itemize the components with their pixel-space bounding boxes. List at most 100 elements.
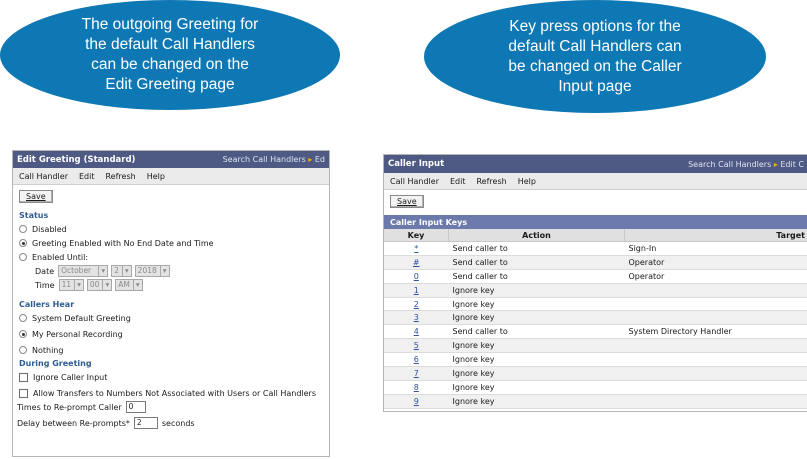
callout-line: the default Call Handlers: [85, 36, 255, 53]
callout-line: Input page: [558, 77, 632, 95]
column-header-target: Target: [624, 229, 807, 242]
delay-label: Delay between Re-prompts*: [17, 418, 130, 428]
callout-line: Key press options for the: [509, 17, 681, 35]
checkbox-icon[interactable]: [19, 372, 28, 382]
breadcrumb-tail[interactable]: Edit C: [780, 160, 804, 169]
key-link[interactable]: 9: [384, 394, 449, 409]
during-greeting-heading: During Greeting: [19, 359, 92, 368]
time-label: Time: [35, 280, 55, 290]
target-cell: [624, 310, 807, 326]
breadcrumb: Search Call Handlers ▸ Ed: [223, 155, 325, 164]
menu-edit[interactable]: Edit: [450, 177, 466, 186]
minute-select[interactable]: 00 ▾: [86, 279, 113, 291]
callout-edit-greeting: The outgoing Greeting for the default Ca…: [0, 0, 340, 110]
save-button[interactable]: Save: [390, 195, 424, 208]
menu-help[interactable]: Help: [518, 177, 536, 186]
callout-line: Edit Greeting page: [105, 76, 235, 93]
table-row: 4 Send caller to System Directory Handler: [384, 324, 807, 340]
radio-selected-icon[interactable]: [19, 239, 27, 247]
status-option-label: Disabled: [32, 224, 67, 234]
target-cell: [624, 297, 807, 312]
arrow-right-icon: ▸: [308, 155, 313, 164]
radio-icon[interactable]: [19, 225, 27, 233]
radio-icon[interactable]: [19, 346, 27, 354]
status-option-label: Greeting Enabled with No End Date and Ti…: [32, 238, 214, 248]
menu-refresh[interactable]: Refresh: [476, 177, 506, 186]
table-row: 5 Ignore key: [384, 338, 807, 354]
action-cell: Send caller to: [448, 324, 625, 340]
page-title: Caller Input: [388, 159, 445, 169]
day-select[interactable]: 2 ▾: [111, 265, 132, 277]
radio-icon[interactable]: [19, 314, 27, 322]
status-option-disabled[interactable]: Disabled: [19, 222, 329, 236]
menu-call-handler[interactable]: Call Handler: [19, 172, 68, 181]
ignore-caller-input-option[interactable]: Ignore Caller Input: [19, 370, 329, 384]
table-row: 9 Ignore key: [384, 394, 807, 409]
callers-hear-label: Nothing: [32, 345, 64, 355]
target-cell: [624, 283, 807, 298]
checkbox-icon[interactable]: [19, 388, 28, 398]
callers-hear-option-personal[interactable]: My Personal Recording: [19, 327, 329, 341]
key-link[interactable]: 8: [384, 380, 449, 395]
table-row: 3 Ignore key: [384, 310, 807, 326]
callout-caller-input: Key press options for the default Call H…: [424, 0, 766, 113]
delay-row: Delay between Re-prompts* 2 seconds: [17, 416, 329, 430]
callers-hear-heading: Callers Hear: [19, 300, 75, 309]
radio-icon[interactable]: [19, 253, 27, 261]
ampm-select[interactable]: AM ▾: [115, 279, 143, 291]
key-link[interactable]: 0: [384, 269, 449, 284]
table-row: 7 Ignore key: [384, 366, 807, 381]
year-select[interactable]: 2018 ▾: [134, 265, 170, 277]
menu-bar: Call Handler Edit Refresh Help: [13, 168, 329, 185]
table-row: 8 Ignore key: [384, 380, 807, 395]
date-row: Date October ▾ 2 ▾ 2018 ▾: [35, 264, 329, 278]
caller-input-keys-table: Key Action Target * Send caller to Sign-In…: [384, 229, 807, 409]
save-label: Save: [26, 192, 46, 201]
action-cell: Send caller to: [448, 255, 625, 270]
delay-input[interactable]: 2: [133, 417, 158, 429]
hour-value: 11: [61, 280, 72, 289]
callout-line: be changed on the Caller: [508, 57, 682, 75]
reprompt-row: Times to Re-prompt Caller 0: [17, 400, 329, 414]
status-heading: Status: [19, 211, 49, 220]
reprompt-input[interactable]: 0: [125, 401, 146, 413]
status-option-enabled[interactable]: Greeting Enabled with No End Date and Ti…: [19, 236, 329, 250]
save-button[interactable]: Save: [19, 190, 53, 203]
table-body: * Send caller to Sign-In # Send caller to Ope…: [384, 241, 807, 409]
key-link[interactable]: *: [384, 241, 449, 256]
status-option-label: Enabled Until:: [32, 252, 89, 262]
hour-select[interactable]: 11 ▾: [58, 279, 84, 291]
allow-transfers-option[interactable]: Allow Transfers to Numbers Not Associate…: [19, 386, 329, 400]
reprompt-label: Times to Re-prompt Caller: [17, 402, 122, 412]
key-link[interactable]: 1: [384, 283, 449, 298]
key-link[interactable]: 4: [384, 324, 449, 340]
key-link[interactable]: #: [384, 255, 449, 270]
column-header-action: Action: [448, 229, 625, 242]
radio-selected-icon[interactable]: [19, 330, 27, 338]
action-cell: Ignore key: [448, 394, 625, 409]
menu-refresh[interactable]: Refresh: [105, 172, 135, 181]
key-link[interactable]: 2: [384, 297, 449, 312]
table-row: 2 Ignore key: [384, 297, 807, 312]
menu-edit[interactable]: Edit: [79, 172, 95, 181]
key-link[interactable]: 6: [384, 352, 449, 368]
callers-hear-option-default[interactable]: System Default Greeting: [19, 311, 329, 325]
search-call-handlers-link[interactable]: Search Call Handlers: [688, 160, 771, 169]
time-row: Time 11 ▾ 00 ▾ AM ▾: [35, 278, 329, 292]
action-cell: Ignore key: [448, 352, 625, 368]
key-link[interactable]: 3: [384, 310, 449, 326]
action-cell: Ignore key: [448, 366, 625, 381]
key-link[interactable]: 7: [384, 366, 449, 381]
breadcrumb-tail[interactable]: Ed: [315, 155, 325, 164]
menu-help[interactable]: Help: [147, 172, 165, 181]
key-link[interactable]: 5: [384, 338, 449, 354]
status-option-enabled-until[interactable]: Enabled Until:: [19, 250, 329, 264]
callers-hear-option-nothing[interactable]: Nothing: [19, 343, 329, 357]
target-cell: Sign-In: [624, 241, 807, 256]
callout-line: can be changed on the: [91, 56, 249, 73]
month-select[interactable]: October ▾: [58, 265, 109, 277]
search-call-handlers-link[interactable]: Search Call Handlers: [223, 155, 306, 164]
menu-call-handler[interactable]: Call Handler: [390, 177, 439, 186]
table-header-row: Key Action Target: [384, 229, 807, 242]
caller-input-panel: Caller Input Search Call Handlers ▸ Edit…: [383, 154, 807, 412]
